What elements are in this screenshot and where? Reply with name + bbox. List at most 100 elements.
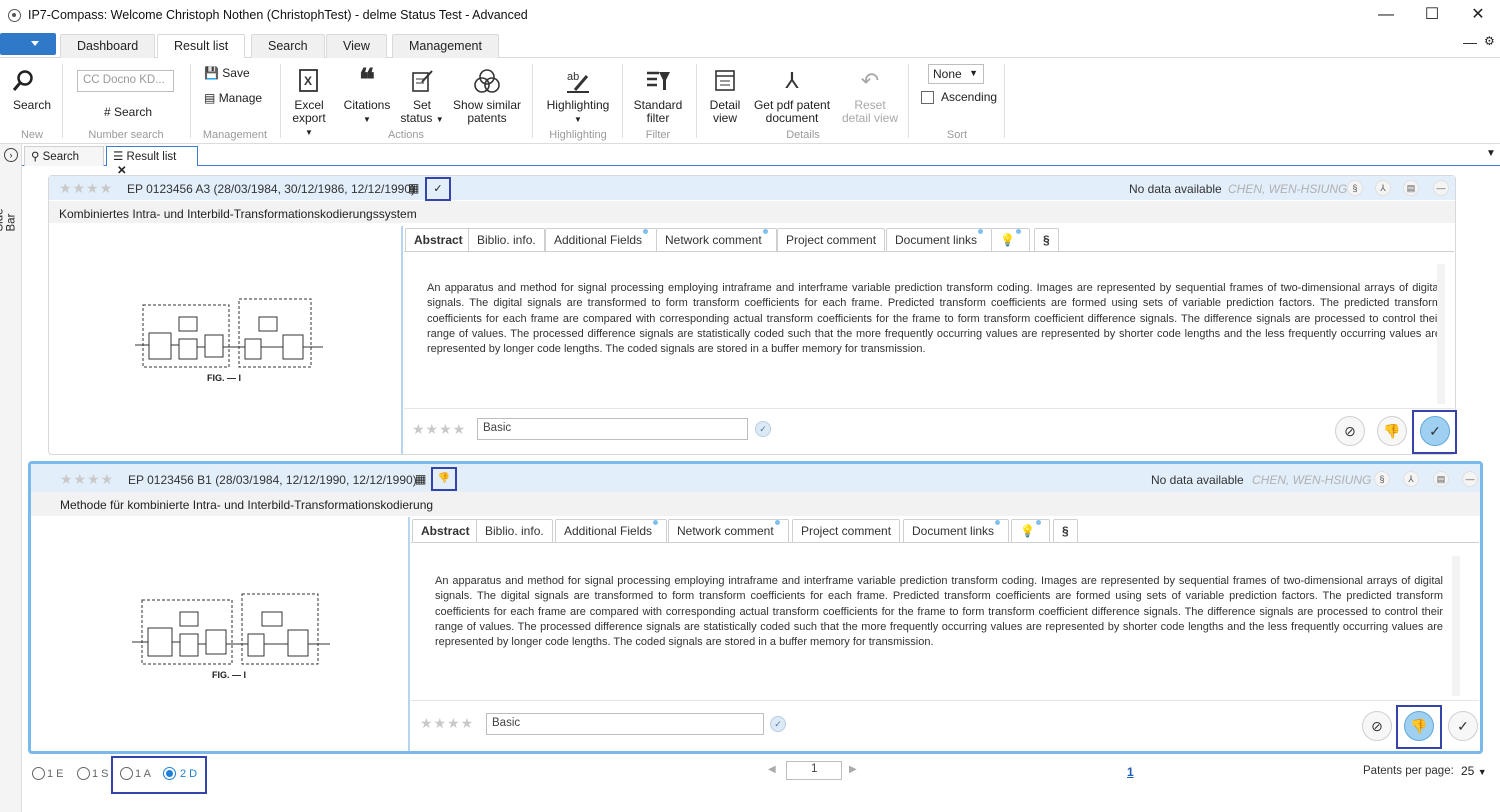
group-label-details: Details (786, 129, 820, 141)
family-icon[interactable]: ▦ (408, 181, 419, 195)
tab-legal[interactable]: § (1034, 228, 1059, 252)
tab-project-comment[interactable]: Project comment (777, 228, 886, 252)
collapse-icon[interactable]: — (1433, 180, 1449, 196)
not-relevant-button[interactable]: 👎 (1404, 711, 1434, 741)
rating-input[interactable]: Basic (477, 418, 748, 440)
highlighting-button[interactable]: ab Highlighting ▼ (542, 68, 614, 126)
tab-management[interactable]: Management (392, 34, 499, 58)
page-input[interactable]: 1 (786, 761, 842, 780)
figure-label: FIG. — I (207, 373, 242, 383)
scrollbar[interactable] (1452, 556, 1460, 696)
tab-network-comment[interactable]: Network comment (656, 228, 777, 252)
document-tab-strip (22, 144, 1500, 166)
legal-icon[interactable]: § (1347, 180, 1363, 196)
patent-number[interactable]: EP 0123456 A3 (28/03/1984, 30/12/1986, 1… (127, 182, 415, 196)
citations-button[interactable]: ❝ Citations ▼ (340, 66, 394, 126)
reset-detail-view-button[interactable]: ↶ Reset detail view (838, 68, 902, 125)
patent-number[interactable]: EP 0123456 B1 (28/03/1984, 12/12/1990, 1… (128, 473, 417, 487)
rating-input[interactable]: Basic (486, 713, 764, 735)
tab-document-links[interactable]: Document links (903, 519, 1010, 543)
tab-additional-fields[interactable]: Additional Fields (545, 228, 658, 252)
doc-tab-result-list[interactable]: ☰ Result list ✕ (106, 146, 198, 177)
svg-text:ab: ab (567, 71, 579, 83)
ribbon-minimize-icon[interactable]: — (1463, 34, 1477, 50)
sort-dropdown[interactable]: None ▼ (928, 64, 984, 84)
family-icon[interactable]: ▦ (415, 472, 426, 486)
patent-drawing[interactable]: FIG. — I (135, 295, 325, 387)
get-pdf-button[interactable]: ⅄ Get pdf patent document (750, 68, 834, 125)
patent-drawing[interactable]: FIG. — I (132, 588, 332, 684)
relevant-button[interactable]: ✓ (1420, 416, 1450, 446)
detail-icon[interactable]: ▤ (1403, 180, 1419, 196)
tab-project-comment[interactable]: Project comment (792, 519, 901, 543)
rating-stars[interactable]: ★★★★ (59, 180, 113, 197)
doc-tab-search[interactable]: ⚲ Search (24, 146, 104, 166)
tab-view[interactable]: View (326, 34, 387, 58)
standard-filter-button[interactable]: Standard filter (630, 68, 686, 125)
patent-title: Methode für kombinierte Intra- und Inter… (60, 498, 434, 512)
number-search-input[interactable]: CC Docno KD... (77, 70, 174, 92)
block-icon: ⊘ (1371, 718, 1383, 734)
group-label-highlighting: Highlighting (549, 129, 607, 141)
confirm-icon[interactable]: ✓ (755, 421, 771, 437)
save-button[interactable]: 💾 Save (204, 66, 250, 80)
collapse-icon[interactable]: — (1462, 471, 1478, 487)
settings-icon[interactable]: ⚙ (1484, 34, 1495, 48)
next-page-icon[interactable]: ▶ (849, 764, 857, 775)
block-button[interactable]: ⊘ (1362, 711, 1392, 741)
close-button[interactable]: ✕ (1468, 6, 1488, 24)
radio-2d[interactable] (163, 767, 176, 780)
tab-document-links[interactable]: Document links (886, 228, 993, 252)
number-search-button[interactable]: # Search (98, 106, 158, 119)
radio-1a[interactable] (120, 767, 133, 780)
set-status-button[interactable]: Set status ▼ (400, 68, 444, 126)
radio-1e[interactable] (32, 767, 45, 780)
app-icon (8, 9, 21, 22)
tab-ideas[interactable]: 💡 (1011, 519, 1050, 543)
tab-additional-fields[interactable]: Additional Fields (555, 519, 668, 543)
tab-ideas[interactable]: 💡 (991, 228, 1030, 252)
maximize-button[interactable]: ☐ (1422, 6, 1442, 24)
per-page-dropdown[interactable]: 25 ▼ (1461, 764, 1487, 778)
rating-stars[interactable]: ★★★★ (60, 471, 114, 488)
scrollbar[interactable] (1437, 264, 1445, 404)
show-similar-patents-button[interactable]: Show similar patents (450, 68, 524, 125)
legal-icon[interactable]: § (1374, 471, 1390, 487)
tab-result-list[interactable]: Result list (157, 34, 246, 59)
tab-search[interactable]: Search (251, 34, 325, 58)
radio-1s[interactable] (77, 767, 90, 780)
status-badge[interactable]: ✓ (425, 177, 451, 201)
confirm-icon[interactable]: ✓ (770, 716, 786, 732)
tab-overflow-icon[interactable]: ▼ (1486, 148, 1496, 159)
page-link[interactable]: 1 (1127, 765, 1134, 779)
tab-dashboard[interactable]: Dashboard (60, 34, 156, 58)
tab-abstract[interactable]: Abstract (412, 519, 479, 543)
radio-label-1s: 1 S (92, 768, 109, 780)
rating-stars[interactable]: ★★★★ (420, 715, 474, 732)
prev-page-icon[interactable]: ◀ (768, 764, 776, 775)
block-button[interactable]: ⊘ (1335, 416, 1365, 446)
relevant-button[interactable]: ✓ (1448, 711, 1478, 741)
tab-legal[interactable]: § (1053, 519, 1078, 543)
ascending-checkbox[interactable] (921, 91, 934, 104)
tab-network-comment[interactable]: Network comment (668, 519, 789, 543)
tab-biblio-info[interactable]: Biblio. info. (468, 228, 545, 252)
chevron-down-icon: ▼ (969, 68, 978, 78)
detail-icon[interactable]: ▤ (1433, 471, 1449, 487)
thumbs-down-button[interactable]: 👎 (1377, 416, 1407, 446)
tab-abstract[interactable]: Abstract (405, 228, 472, 252)
search-button[interactable]: Search (10, 68, 54, 112)
pdf-icon[interactable]: ⅄ (1375, 180, 1391, 196)
pdf-icon[interactable]: ⅄ (1403, 471, 1419, 487)
tab-biblio-info[interactable]: Biblio. info. (476, 519, 553, 543)
minimize-button[interactable]: — (1376, 6, 1396, 24)
divider (411, 700, 1479, 701)
detail-view-icon (704, 68, 746, 94)
group-separator (280, 64, 281, 138)
rating-stars[interactable]: ★★★★ (412, 421, 466, 438)
manage-button[interactable]: ▤ Manage (204, 91, 262, 105)
status-badge[interactable]: 👎 (431, 467, 457, 491)
chevron-right-icon[interactable]: › (4, 148, 18, 162)
detail-view-button[interactable]: Detail view (704, 68, 746, 125)
app-menu-button[interactable] (0, 33, 56, 55)
